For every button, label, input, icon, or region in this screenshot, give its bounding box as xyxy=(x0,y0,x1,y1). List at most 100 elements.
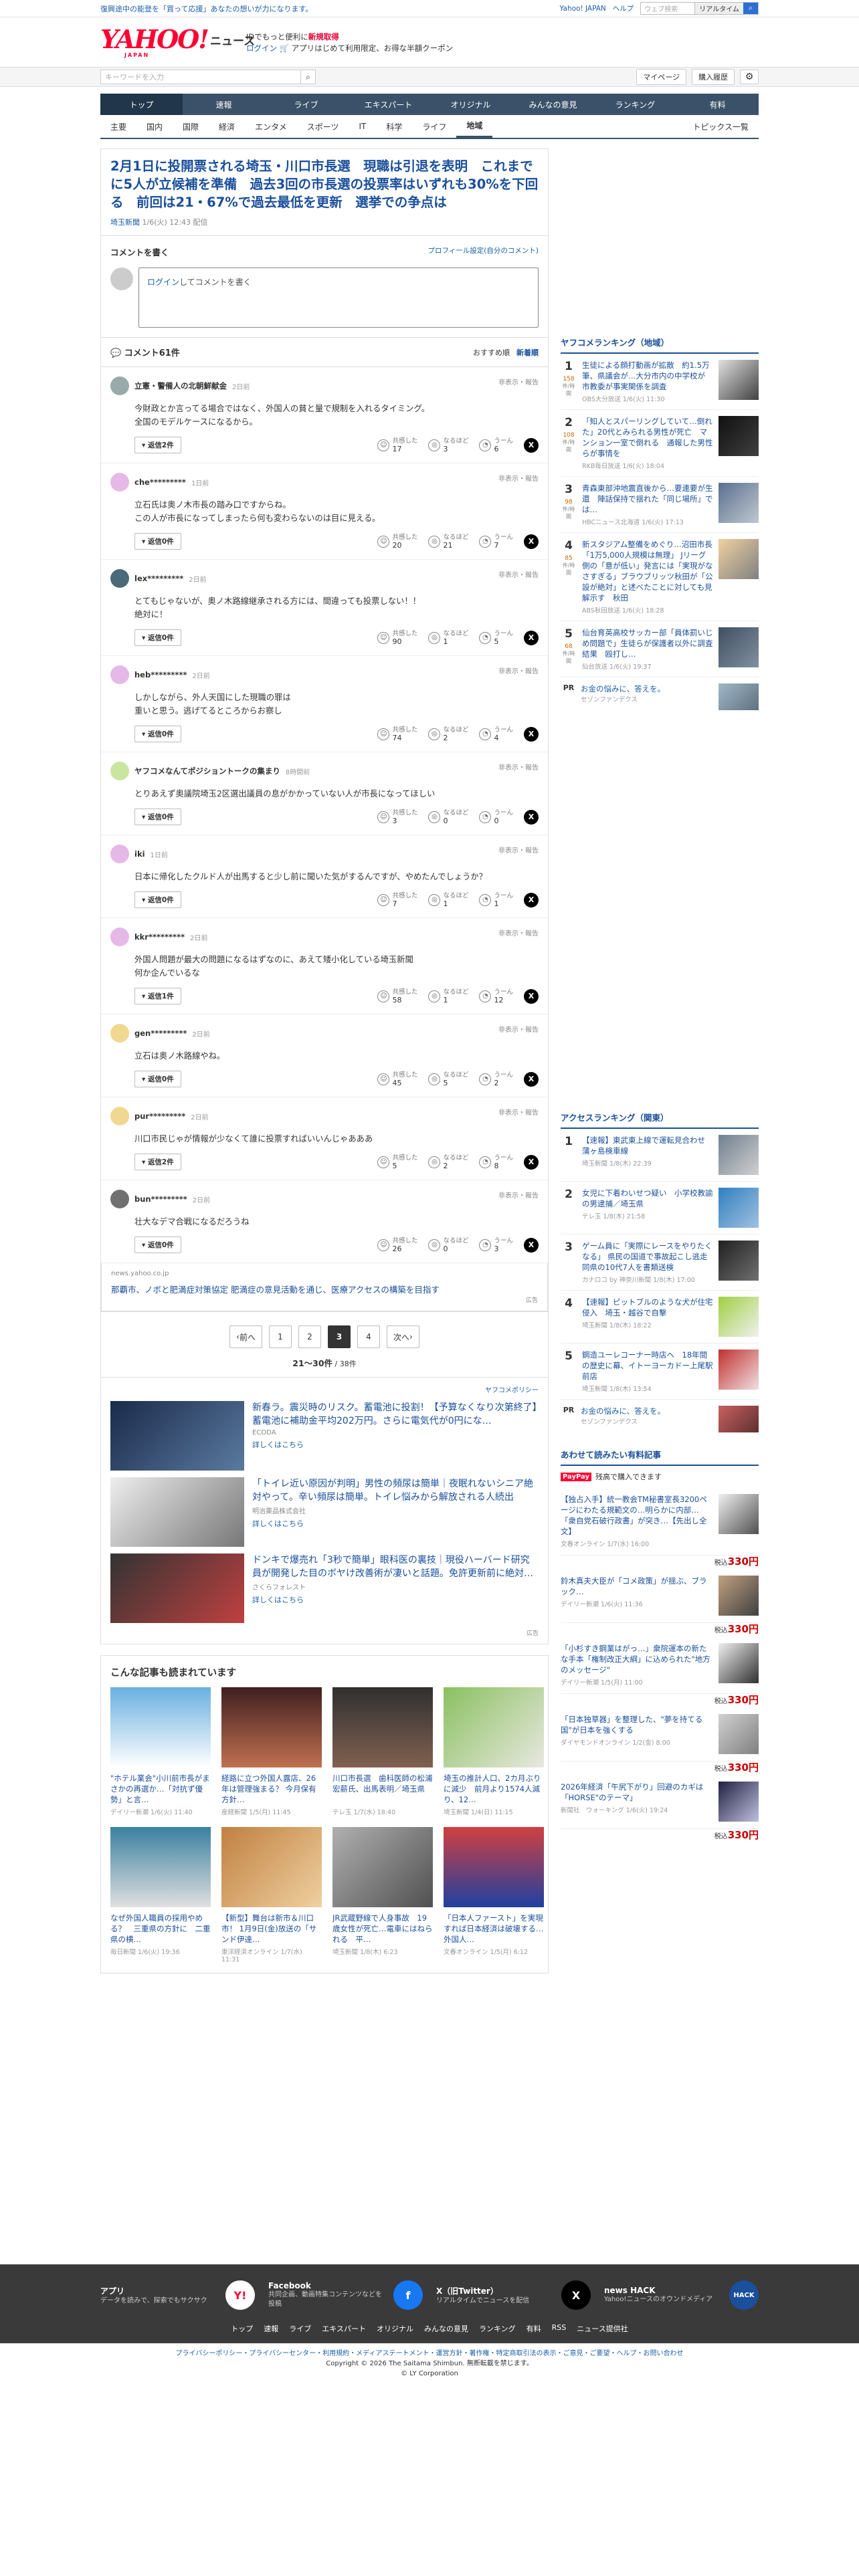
footer-app[interactable]: news HACK Yahoo!ニュースのオウンドメディア HACK xyxy=(604,2280,759,2310)
ranking-title[interactable]: 「知人とスパーリングしていて…倒れた」20代とみられる男性が死亡 マンション一室… xyxy=(582,416,713,459)
search-icon[interactable]: ⌕ xyxy=(743,3,758,14)
agree-button[interactable]: ☺ 共感した 5 xyxy=(377,1154,417,1170)
related-item[interactable]: 川口市長選 歯科医師の松浦宏薪氏、出馬表明／埼玉県 テレ玉 1/7(水) 18:4… xyxy=(332,1687,433,1816)
comment-author[interactable]: che********* xyxy=(134,477,186,487)
tab-entertainment[interactable]: エンタメ xyxy=(245,115,297,138)
hmm-button[interactable]: ◎ なるほど 0 xyxy=(428,1237,468,1253)
realtime-button[interactable]: リアルタイム xyxy=(694,3,743,14)
x-share-icon[interactable]: X xyxy=(524,892,539,907)
footer-link[interactable]: ニュース提供社 xyxy=(577,2323,628,2334)
next-page-button[interactable]: 次へ › xyxy=(387,1325,419,1348)
gnav-paid[interactable]: 有料 xyxy=(676,94,759,115)
related-item[interactable]: "ホテル業会"小川前市長がまさかの再選か…「対抗ず優勢」と言… デイリー新潮 1/… xyxy=(110,1687,211,1816)
comment-author[interactable]: heb********* xyxy=(134,670,187,679)
ranking-title[interactable]: 青森東部沖地震直後から…要連要が生還 陣話保持で揺れた「同じ場所」では… xyxy=(582,483,713,515)
facebook-icon[interactable]: f xyxy=(393,2280,423,2310)
paid-item[interactable]: 「小杉すき鋼業はがっ…」衆院運本の新たな手本「権制改正大綱」に込められた"地方の… xyxy=(561,1636,759,1706)
report-link[interactable]: 非表示・報告 xyxy=(498,1107,539,1117)
hmm-button[interactable]: ◎ なるほど 2 xyxy=(428,1154,468,1170)
x-share-icon[interactable]: X xyxy=(524,988,539,1004)
hmm-button[interactable]: ◎ なるほど 5 xyxy=(428,1071,468,1087)
x-share-icon[interactable]: X xyxy=(524,726,539,742)
hmm-button[interactable]: ◎ なるほど 1 xyxy=(428,988,468,1004)
footer-link[interactable]: ランキング xyxy=(479,2323,516,2334)
reply-button[interactable]: ▾ 返信0件 xyxy=(134,533,181,550)
ranking-item[interactable]: 1 【速報】東武東上線で運転見合わせ 蒲ヶ島検車線 埼玉新聞 1/8(木) 22:3… xyxy=(561,1129,759,1182)
comment-author[interactable]: lex********* xyxy=(134,574,183,583)
x-share-icon[interactable]: X xyxy=(524,534,539,549)
paid-item[interactable]: 「日本独草器」を整理した、"夢を持てる国"が日本を強くする ダイヤモンドオンライン… xyxy=(561,1707,759,1774)
topics-list-link[interactable]: トピックス一覧 xyxy=(682,115,759,138)
ad-more-link[interactable]: 詳しくはこちら xyxy=(252,1439,539,1450)
sort-recommended[interactable]: おすすめ順 xyxy=(473,347,510,358)
tab-domestic[interactable]: 国内 xyxy=(136,115,173,138)
newshack-icon[interactable]: HACK xyxy=(729,2280,759,2310)
footer-app[interactable]: アプリ データを読みで、探索でもサクサク Y! xyxy=(100,2280,255,2310)
ranking-item[interactable]: 3 98 件/時間 青森東部沖地震直後から…要連要が生還 陣話保持で揺れた「同じ場所」… xyxy=(561,477,759,533)
ranking-item[interactable]: 5 68 件/時間 仙台育英高校サッカー部「員体罰いじめ問題で」生徒らが保護者以外に調… xyxy=(561,621,759,677)
agree-button[interactable]: ☺ 共感した 45 xyxy=(377,1071,417,1087)
reply-button[interactable]: ▾ 返信0件 xyxy=(134,809,181,825)
x-share-icon[interactable]: X xyxy=(524,1071,539,1087)
x-share-icon[interactable]: X xyxy=(524,1237,539,1253)
comment-author[interactable]: iki xyxy=(134,849,145,859)
gnav-expert[interactable]: エキスパート xyxy=(347,94,430,115)
footer-link[interactable]: 速報 xyxy=(264,2323,278,2334)
hmm-button[interactable]: ◎ なるほど 2 xyxy=(428,726,468,742)
comment-author[interactable]: bun********* xyxy=(134,1194,187,1204)
ranking-item[interactable]: 1 158 件/時間 生徒による顔打動画が拡散 約1.5万筆、県議会が…大分市内の中学… xyxy=(561,354,759,410)
reply-button[interactable]: ▾ 返信0件 xyxy=(134,726,181,742)
footer-link[interactable]: エキスパート xyxy=(322,2323,366,2334)
paid-item[interactable]: 2026年経済「午尻下がり」回避のカギは「HORSE"のテーマ」 新聞社 ウォーキ… xyxy=(561,1775,759,1841)
reply-button[interactable]: ▾ 返信2件 xyxy=(134,1154,181,1170)
agree-button[interactable]: ☺ 共感した 7 xyxy=(377,892,417,908)
hmm-button[interactable]: ◎ なるほど 0 xyxy=(428,809,468,825)
reply-button[interactable]: ▾ 返信1件 xyxy=(134,988,181,1004)
web-search-input[interactable]: ウェブ検索 xyxy=(641,3,694,13)
ad-title[interactable]: 「トイレ近い原因が判明」男性の頻尿は簡単｜夜眠れないシニア絶対やって。辛い頻尿は… xyxy=(252,1477,539,1504)
history-button[interactable]: 購入履歴 xyxy=(692,69,735,85)
uun-button[interactable]: ◔ うーん 4 xyxy=(479,726,513,742)
prev-page-button[interactable]: ‹ 前へ xyxy=(229,1325,262,1348)
gear-icon[interactable]: ⚙ xyxy=(740,70,759,84)
tab-science[interactable]: 科学 xyxy=(376,115,412,138)
gnav-opinion[interactable]: みんなの意見 xyxy=(512,94,594,115)
related-title[interactable]: 経路に立つ外国人露店、26年は管理強まる？ 今月保有方針… xyxy=(221,1773,322,1805)
related-item[interactable]: JR武蔵野線で人身事故 19歳女性が死亡…電車にはねられる 平… 埼玉新聞 1/8… xyxy=(332,1827,433,1963)
agree-button[interactable]: ☺ 共感した 26 xyxy=(377,1237,417,1253)
signup-link[interactable]: 新規取得 xyxy=(308,32,339,41)
related-item[interactable]: 経路に立つ外国人露店、26年は管理強まる？ 今月保有方針… 産経新聞 1/5(月)… xyxy=(221,1687,322,1816)
ranking-title[interactable]: 新スタジアム整備をめぐり…沼田市長「1万5,000人規模は無理」 Jリーグ側の「… xyxy=(582,539,713,603)
x-share-icon[interactable]: X xyxy=(524,437,539,453)
tab-main[interactable]: 主要 xyxy=(100,115,136,138)
uun-button[interactable]: ◔ うーん 0 xyxy=(479,809,513,825)
hmm-button[interactable]: ◎ なるほど 1 xyxy=(428,892,468,908)
related-item[interactable]: 【新型】舞台は新市＆川口市！ 1月9日(金)放送の「サンド伊達… 東洋経済オンライ… xyxy=(221,1827,322,1963)
comment-author[interactable]: gen********* xyxy=(134,1029,187,1038)
report-link[interactable]: 非表示・報告 xyxy=(498,1024,539,1034)
ranking-title[interactable]: 仙台育英高校サッカー部「員体罰いじめ問題で」生徒らが保護者以外に調査結果 殴打し… xyxy=(582,627,713,659)
agree-button[interactable]: ☺ 共感した 90 xyxy=(377,630,417,646)
page-2[interactable]: 2 xyxy=(298,1325,321,1348)
report-link[interactable]: 非表示・報告 xyxy=(498,473,539,483)
page-1[interactable]: 1 xyxy=(269,1325,292,1348)
reply-button[interactable]: ▾ 返信0件 xyxy=(134,1071,181,1087)
ad-item[interactable]: 「トイレ近い原因が判明」男性の頻尿は簡単｜夜眠れないシニア絶対やって。辛い頻尿は… xyxy=(110,1477,539,1547)
ad-more-link[interactable]: 詳しくはこちら xyxy=(252,1594,539,1605)
sort-newest[interactable]: 新着順 xyxy=(516,347,539,358)
reply-button[interactable]: ▾ 返信0件 xyxy=(134,891,181,908)
agree-button[interactable]: ☺ 共感した 58 xyxy=(377,988,417,1004)
ranking-item[interactable]: 3 ゲーム員に「実際にレースをやりたくなる」 県民の国道で事故起こし逃走 同県の1… xyxy=(561,1235,759,1291)
gnav-live[interactable]: ライブ xyxy=(265,94,347,115)
comment-author[interactable]: kkr********* xyxy=(134,932,185,942)
footer-link[interactable]: RSS xyxy=(552,2323,567,2334)
ranking-item[interactable]: 5 鋼造ユーレコーナー時店ヘ 18年間の歴史に幕、イトーヨーカドー上尾駅前店 埼玉新… xyxy=(561,1344,759,1400)
footer-link[interactable]: オリジナル xyxy=(377,2323,413,2334)
ranking-item[interactable]: 2 女児に下着わいせつ疑い 小学校教諭の男逮捕／埼玉県 テレ玉 1/8(木) 21:… xyxy=(561,1182,759,1235)
legal-links[interactable]: プライバシーポリシー・プライバシーセンター・利用規約・メディアステートメント・運… xyxy=(0,2349,859,2359)
inline-ad[interactable]: news.yahoo.co.jp 那覇市、ノボと肥満症対策協定 肥満症の意見活動… xyxy=(101,1263,548,1311)
footer-link[interactable]: トップ xyxy=(231,2323,253,2334)
ranking-title[interactable]: 女児に下着わいせつ疑い 小学校教諭の男逮捕／埼玉県 xyxy=(582,1188,713,1209)
pr-item[interactable]: PR お金の悩みに、答えを。 セゾンファンデクス xyxy=(561,677,759,716)
ranking-title[interactable]: 生徒による顔打動画が拡散 約1.5万筆、県議会が…大分市内の中学校が 市教委が事… xyxy=(582,360,713,392)
